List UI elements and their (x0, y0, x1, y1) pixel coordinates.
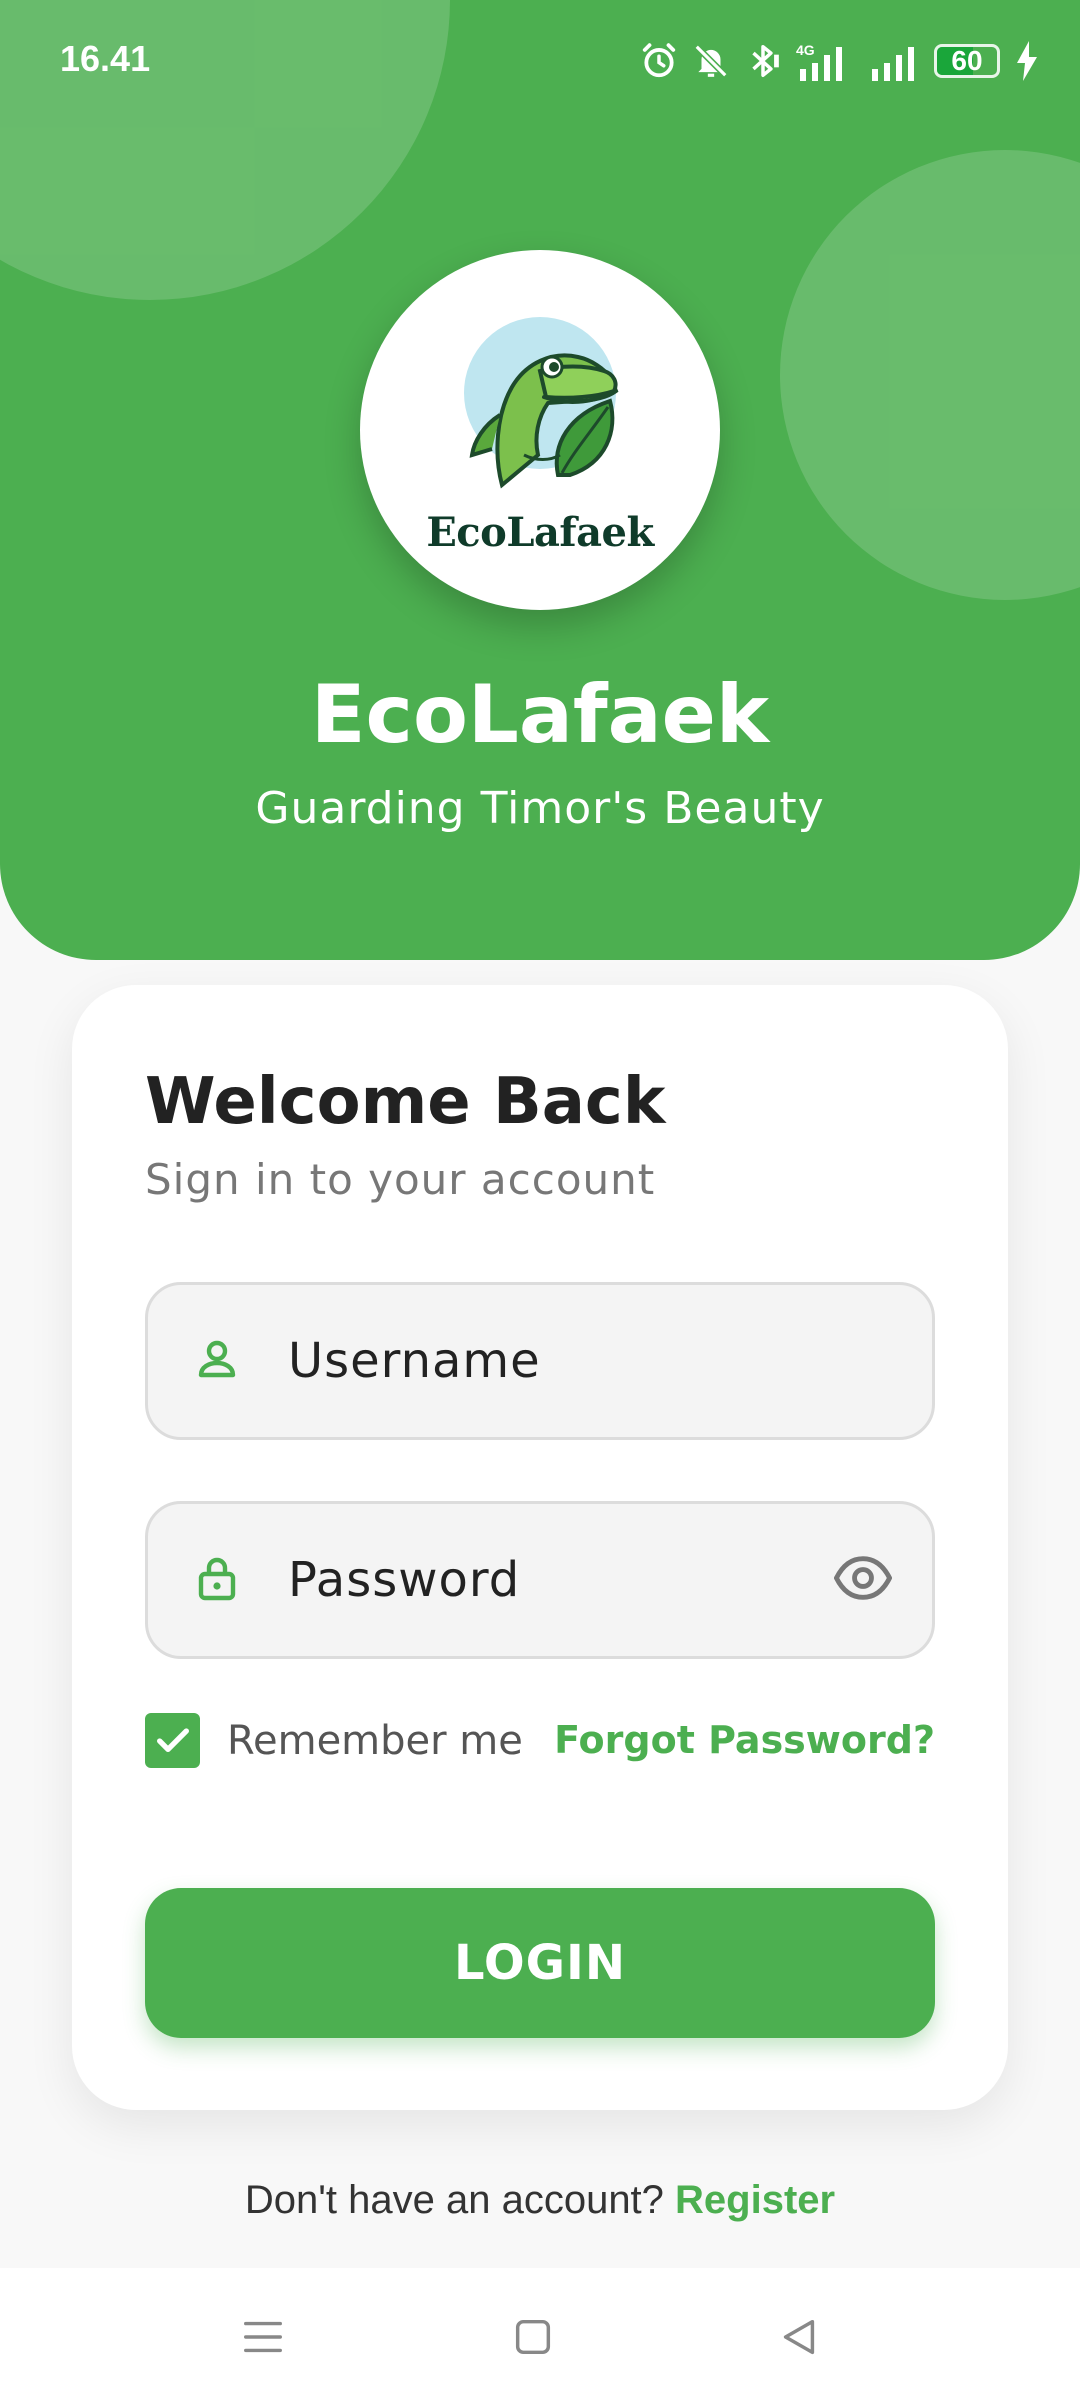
checkmark-icon (156, 1727, 189, 1752)
register-link[interactable]: Register (675, 2178, 835, 2222)
show-password-eye-icon[interactable] (833, 1549, 893, 1611)
forgot-password-link[interactable]: Forgot Password? (554, 1718, 935, 1762)
username-input[interactable] (288, 1285, 822, 1437)
welcome-title: Welcome Back (145, 1065, 666, 1139)
password-field[interactable] (145, 1501, 935, 1659)
login-button[interactable]: LOGIN (145, 1888, 935, 2038)
app-tagline: Guarding Timor's Beauty (255, 783, 825, 834)
welcome-subtitle: Sign in to your account (145, 1155, 656, 1204)
battery-icon: 60 (934, 44, 1000, 78)
status-bar: 16.41 4G 60 (0, 0, 1080, 120)
app-logo: EcoLafaek (360, 250, 720, 610)
app-title: EcoLafaek (310, 668, 770, 761)
alarm-icon (640, 42, 678, 80)
password-input[interactable] (288, 1504, 822, 1656)
login-card: Welcome Back Sign in to your account Rem… (72, 985, 1008, 2110)
battery-level: 60 (951, 45, 983, 76)
mute-icon (692, 42, 730, 80)
lock-icon (193, 1554, 241, 1606)
remember-row: Remember me Forgot Password? (145, 1710, 935, 1770)
menu-icon[interactable] (240, 2314, 286, 2364)
home-square-icon[interactable] (510, 2314, 556, 2364)
user-icon (193, 1335, 241, 1387)
username-field[interactable] (145, 1282, 935, 1440)
remember-checkbox[interactable] (145, 1713, 200, 1768)
register-prompt: Don't have an account? (244, 2178, 664, 2222)
signal-icon (870, 41, 920, 81)
charging-icon (1014, 41, 1040, 81)
register-row: Don't have an account? Register (0, 2178, 1080, 2223)
signal-4g-icon: 4G (796, 41, 856, 81)
svg-text:4G: 4G (796, 42, 815, 58)
crocodile-icon (464, 316, 619, 489)
bluetooth-icon (744, 42, 782, 80)
decorative-circle (780, 150, 1080, 600)
system-nav-bar (0, 2268, 1080, 2400)
remember-label[interactable]: Remember me (227, 1718, 523, 1764)
status-icons: 4G 60 (640, 36, 1040, 86)
logo-wordmark: EcoLafaek (426, 508, 654, 556)
back-triangle-icon[interactable] (776, 2314, 822, 2364)
status-time: 16.41 (60, 38, 151, 79)
